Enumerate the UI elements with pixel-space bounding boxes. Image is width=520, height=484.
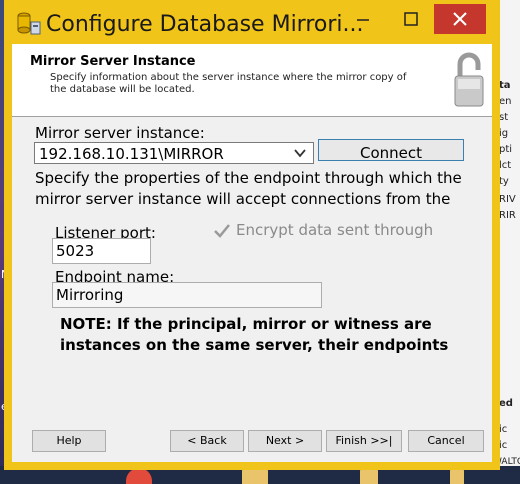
close-icon bbox=[453, 12, 467, 26]
page-title: Mirror Server Instance bbox=[30, 54, 196, 69]
window-title: Configure Database Mirrori... bbox=[46, 12, 364, 37]
mirror-instance-label: Mirror server instance: bbox=[35, 124, 205, 142]
chevron-down-icon bbox=[294, 149, 306, 158]
taskbar-folder-icon[interactable] bbox=[242, 468, 268, 484]
cancel-button[interactable]: Cancel bbox=[408, 430, 484, 452]
connect-button[interactable]: Connect bbox=[318, 139, 464, 161]
background-text-fragment: ty bbox=[499, 176, 509, 187]
database-app-icon bbox=[17, 12, 41, 35]
mirror-instance-combobox[interactable]: 192.168.10.131\MIRROR bbox=[34, 142, 314, 164]
background-text-fragment: RIR bbox=[499, 210, 516, 221]
maximize-icon bbox=[404, 12, 418, 26]
minimize-icon bbox=[357, 19, 369, 21]
background-text-fragment: en bbox=[499, 96, 512, 107]
background-text-fragment: ig bbox=[499, 128, 509, 139]
background-text-fragment: ic bbox=[499, 440, 508, 451]
background-text-fragment: ic bbox=[499, 424, 508, 435]
back-button[interactable]: < Back bbox=[170, 430, 244, 452]
next-button[interactable]: Next > bbox=[248, 430, 322, 452]
listener-port-input[interactable]: 5023 bbox=[52, 238, 151, 264]
taskbar-folder-icon[interactable] bbox=[360, 468, 378, 484]
background-text-fragment: st bbox=[499, 112, 509, 123]
background-text-fragment: lct bbox=[499, 160, 512, 171]
padlock-icon bbox=[454, 52, 484, 107]
endpoint-note: NOTE: If the principal, mirror or witnes… bbox=[60, 315, 449, 354]
configure-mirroring-window: Configure Database Mirrori... Mirror Ser… bbox=[4, 0, 500, 470]
background-text-fragment: ed bbox=[499, 398, 513, 409]
help-button[interactable]: Help bbox=[32, 430, 106, 452]
finish-button[interactable]: Finish >>| bbox=[326, 430, 402, 452]
background-text-fragment: pti bbox=[499, 144, 513, 155]
maximize-button[interactable] bbox=[388, 4, 434, 34]
background-text-fragment: RIV bbox=[499, 194, 516, 205]
encrypt-label: Encrypt data sent through bbox=[236, 221, 434, 239]
background-text-fragment: ta bbox=[499, 80, 511, 91]
encrypt-checkbox[interactable] bbox=[212, 221, 232, 241]
title-bar[interactable]: Configure Database Mirrori... bbox=[4, 0, 500, 44]
minimize-button[interactable] bbox=[340, 4, 386, 34]
dialog-client-area: Mirror Server Instance Specify informati… bbox=[12, 44, 492, 462]
taskbar-folder-icon[interactable] bbox=[450, 468, 464, 484]
mirror-instance-value: 192.168.10.131\MIRROR bbox=[39, 145, 224, 163]
page-description: Specify information about the server ins… bbox=[50, 72, 407, 95]
endpoint-name-input[interactable]: Mirroring bbox=[52, 282, 322, 308]
wizard-header: Mirror Server Instance Specify informati… bbox=[12, 44, 492, 117]
close-button[interactable] bbox=[434, 4, 486, 34]
endpoint-instructions: Specify the properties of the endpoint t… bbox=[35, 169, 462, 208]
